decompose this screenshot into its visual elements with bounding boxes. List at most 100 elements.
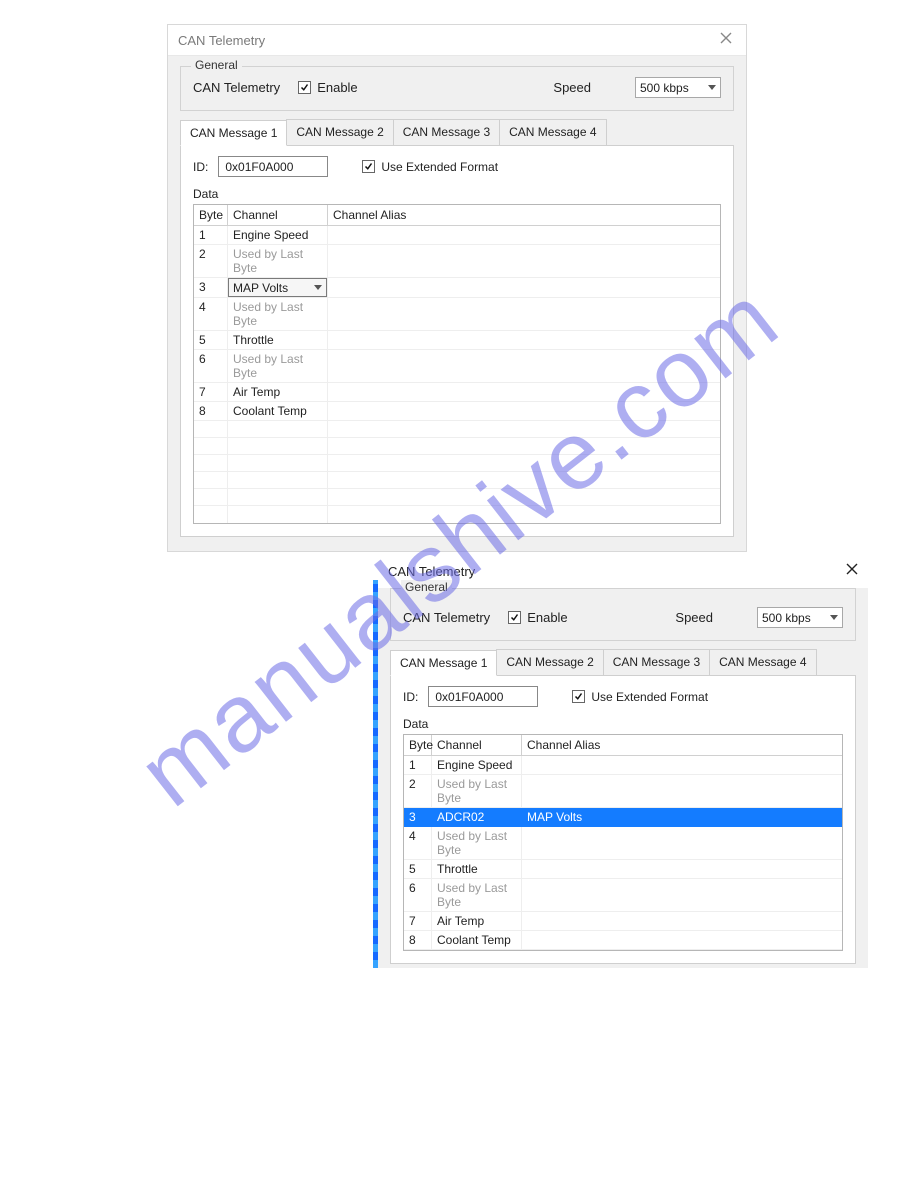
cell-channel[interactable]: Throttle — [228, 331, 328, 350]
tab-can-message-1[interactable]: CAN Message 1 — [390, 650, 497, 676]
table-row[interactable]: 3 MAP Volts — [194, 278, 720, 298]
cell-alias[interactable] — [328, 331, 720, 350]
id-field[interactable]: 0x01F0A000 — [218, 156, 328, 177]
message-tabs: CAN Message 1CAN Message 2CAN Message 3C… — [180, 119, 734, 145]
data-grid[interactable]: ByteChannelChannel Alias1Engine Speed2Us… — [193, 204, 721, 524]
data-grid[interactable]: ByteChannelChannel Alias1Engine Speed2Us… — [403, 734, 843, 951]
table-row[interactable]: 1Engine Speed — [194, 226, 720, 245]
cell-channel[interactable]: Air Temp — [432, 912, 522, 931]
table-row[interactable]: 5Throttle — [404, 860, 842, 879]
tab-can-message-1[interactable]: CAN Message 1 — [180, 120, 287, 146]
table-row-blank — [194, 489, 720, 506]
cell-alias[interactable] — [522, 860, 842, 879]
chevron-down-icon — [708, 85, 716, 90]
cell-byte: 2 — [194, 245, 228, 278]
cell-channel[interactable]: MAP Volts — [228, 278, 328, 298]
cell-alias[interactable] — [328, 383, 720, 402]
speed-select[interactable]: 500 kbps — [635, 77, 721, 98]
cell-alias[interactable] — [328, 350, 720, 383]
enable-label: Enable — [527, 610, 567, 625]
tab-can-message-2[interactable]: CAN Message 2 — [286, 119, 393, 145]
cell-byte: 5 — [194, 331, 228, 350]
column-header: Channel — [228, 205, 328, 225]
cell-alias[interactable] — [522, 879, 842, 912]
cell-channel[interactable]: Used by Last Byte — [228, 245, 328, 278]
can-telemetry-dialog-1: CAN Telemetry General CAN Telemetry Enab… — [167, 24, 747, 552]
cell-alias[interactable] — [522, 931, 842, 950]
id-field[interactable]: 0x01F0A000 — [428, 686, 538, 707]
cell-channel[interactable]: Used by Last Byte — [228, 298, 328, 331]
id-label: ID: — [193, 160, 208, 174]
speed-label: Speed — [675, 610, 713, 625]
channel-dropdown[interactable]: MAP Volts — [228, 278, 327, 297]
close-button[interactable] — [842, 562, 862, 580]
enable-checkbox[interactable]: Enable — [298, 80, 357, 95]
cell-channel[interactable]: ADCR02 — [432, 808, 522, 827]
cell-byte: 1 — [404, 756, 432, 775]
cell-alias[interactable] — [328, 278, 720, 298]
table-row[interactable]: 8Coolant Temp — [404, 931, 842, 950]
tab-can-message-4[interactable]: CAN Message 4 — [499, 119, 606, 145]
table-row[interactable]: 6Used by Last Byte — [404, 879, 842, 912]
general-group: General CAN Telemetry Enable Speed 500 k… — [180, 66, 734, 111]
can-telemetry-dialog-2: CAN Telemetry General CAN Telemetry Enab… — [378, 558, 868, 968]
cell-channel[interactable]: Engine Speed — [432, 756, 522, 775]
cell-channel[interactable]: Coolant Temp — [432, 931, 522, 950]
table-row[interactable]: 6Used by Last Byte — [194, 350, 720, 383]
cell-byte: 8 — [194, 402, 228, 421]
column-header: Channel Alias — [328, 205, 720, 225]
dropdown-value: MAP Volts — [233, 281, 288, 295]
table-row[interactable]: 7Air Temp — [194, 383, 720, 402]
cell-alias[interactable] — [522, 756, 842, 775]
cell-byte: 3 — [194, 278, 228, 298]
cell-alias[interactable] — [522, 912, 842, 931]
table-row[interactable]: 2Used by Last Byte — [194, 245, 720, 278]
cell-byte: 1 — [194, 226, 228, 245]
cell-alias[interactable] — [328, 245, 720, 278]
tab-can-message-4[interactable]: CAN Message 4 — [709, 649, 816, 675]
cell-byte: 3 — [404, 808, 432, 827]
extended-format-label: Use Extended Format — [591, 690, 708, 704]
cell-channel[interactable]: Used by Last Byte — [432, 827, 522, 860]
enable-checkbox[interactable]: Enable — [508, 610, 567, 625]
table-row[interactable]: 4Used by Last Byte — [194, 298, 720, 331]
cell-channel[interactable]: Used by Last Byte — [432, 775, 522, 808]
speed-select[interactable]: 500 kbps — [757, 607, 843, 628]
speed-label: Speed — [553, 80, 591, 95]
table-row[interactable]: 3ADCR02MAP Volts — [404, 808, 842, 827]
tab-can-message-3[interactable]: CAN Message 3 — [393, 119, 500, 145]
cell-alias[interactable] — [328, 402, 720, 421]
chevron-down-icon — [314, 285, 322, 290]
cell-channel[interactable]: Throttle — [432, 860, 522, 879]
cell-channel[interactable]: Used by Last Byte — [228, 350, 328, 383]
data-legend: Data — [193, 187, 721, 201]
close-button[interactable] — [716, 31, 736, 49]
cell-byte: 5 — [404, 860, 432, 879]
cell-alias[interactable] — [328, 226, 720, 245]
chevron-down-icon — [830, 615, 838, 620]
tab-can-message-2[interactable]: CAN Message 2 — [496, 649, 603, 675]
cell-channel[interactable]: Air Temp — [228, 383, 328, 402]
extended-format-checkbox[interactable]: Use Extended Format — [362, 160, 498, 174]
column-header: Channel Alias — [522, 735, 842, 756]
table-row[interactable]: 1Engine Speed — [404, 756, 842, 775]
table-row[interactable]: 7Air Temp — [404, 912, 842, 931]
cell-channel[interactable]: Used by Last Byte — [432, 879, 522, 912]
column-header: Channel — [432, 735, 522, 756]
left-stripe — [373, 580, 378, 968]
cell-alias[interactable] — [328, 298, 720, 331]
cell-alias[interactable]: MAP Volts — [522, 808, 842, 827]
cell-byte: 4 — [194, 298, 228, 331]
tab-can-message-3[interactable]: CAN Message 3 — [603, 649, 710, 675]
table-row[interactable]: 8Coolant Temp — [194, 402, 720, 421]
extended-format-checkbox[interactable]: Use Extended Format — [572, 690, 708, 704]
cell-byte: 6 — [194, 350, 228, 383]
table-row[interactable]: 2Used by Last Byte — [404, 775, 842, 808]
cell-channel[interactable]: Engine Speed — [228, 226, 328, 245]
table-row[interactable]: 5Throttle — [194, 331, 720, 350]
cell-byte: 2 — [404, 775, 432, 808]
cell-alias[interactable] — [522, 775, 842, 808]
cell-channel[interactable]: Coolant Temp — [228, 402, 328, 421]
cell-alias[interactable] — [522, 827, 842, 860]
table-row[interactable]: 4Used by Last Byte — [404, 827, 842, 860]
